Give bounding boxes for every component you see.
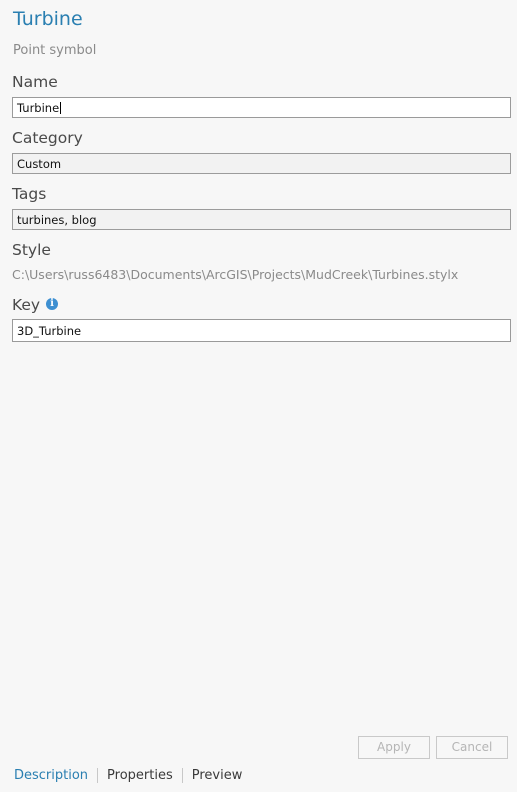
bottom-tab-bar: Description Properties Preview: [14, 768, 242, 783]
name-input[interactable]: Turbine: [12, 97, 511, 118]
tab-preview[interactable]: Preview: [192, 768, 243, 783]
style-label: Style: [12, 241, 51, 259]
tab-properties[interactable]: Properties: [107, 768, 173, 783]
info-icon[interactable]: i: [46, 298, 58, 310]
style-path: C:\Users\russ6483\Documents\ArcGIS\Proje…: [12, 267, 459, 282]
key-input[interactable]: 3D_Turbine: [12, 319, 511, 342]
tags-label: Tags: [12, 185, 47, 203]
category-field[interactable]: Custom: [12, 153, 511, 174]
tab-description[interactable]: Description: [14, 768, 88, 783]
tab-divider: [181, 768, 183, 783]
cancel-button[interactable]: Cancel: [436, 736, 508, 759]
apply-button[interactable]: Apply: [358, 736, 430, 759]
tab-divider: [97, 768, 99, 783]
tags-input[interactable]: turbines, blog: [12, 209, 511, 230]
name-input-value: Turbine: [17, 101, 60, 115]
text-caret: [60, 102, 62, 114]
pane-subtitle: Point symbol: [13, 43, 97, 58]
key-label: Key: [12, 296, 41, 314]
category-label: Category: [12, 129, 83, 147]
pane-title: Turbine: [13, 8, 83, 30]
name-label: Name: [12, 73, 58, 91]
